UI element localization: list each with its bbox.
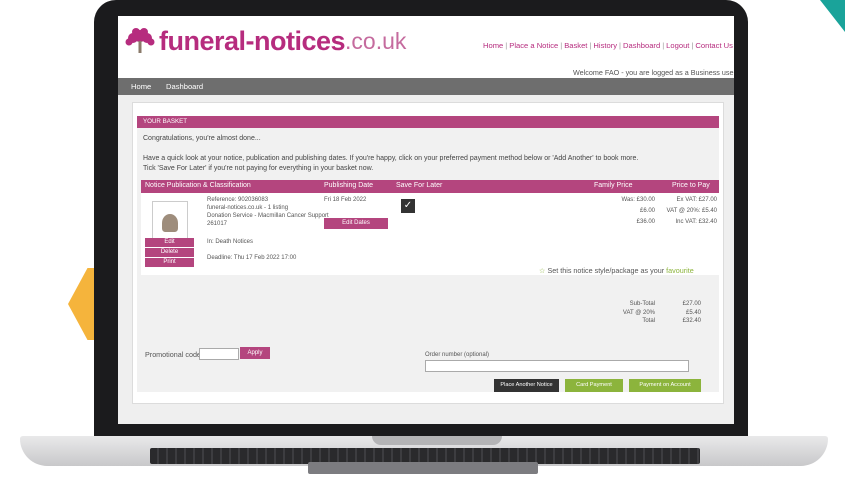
promo-code-input[interactable]: [199, 348, 239, 360]
edit-button[interactable]: Edit: [145, 238, 194, 247]
col-save-for-later: Save For Later: [396, 182, 443, 189]
item-donation: Donation Service - Macmillan Cancer Supp…: [207, 213, 329, 219]
col-publishing-date: Publishing Date: [324, 182, 374, 189]
basket-heading: YOUR BASKET: [143, 118, 188, 125]
col-notice: Notice Publication & Classification: [145, 182, 251, 189]
col-family-price: Family Price: [594, 182, 633, 189]
item-code: 261017: [207, 221, 228, 227]
site-logo[interactable]: funeral-notices .co.uk: [124, 26, 406, 56]
price-ex-vat: Ex VAT: £27.00: [676, 197, 717, 203]
basket-heading-bar: YOUR BASKET: [137, 116, 719, 128]
order-number-label: Order number (optional): [425, 352, 490, 358]
apply-button[interactable]: Apply: [240, 347, 270, 359]
intro-line-2: Tick 'Save For Later' if you're not payi…: [143, 165, 374, 172]
delete-button[interactable]: Delete: [145, 248, 194, 257]
nav-history[interactable]: History: [593, 41, 617, 50]
subtotal-label: Sub-Total: [629, 301, 655, 307]
menu-dashboard[interactable]: Dashboard: [166, 82, 203, 91]
nav-basket[interactable]: Basket: [564, 41, 587, 50]
promo-code-label: Promotional code: [145, 350, 201, 359]
portrait-image: [162, 214, 178, 232]
nav-logout[interactable]: Logout: [666, 41, 689, 50]
payment-on-account-button[interactable]: Payment on Account: [629, 379, 701, 392]
vat-label: VAT @ 20%: [622, 309, 655, 316]
laptop-screen: funeral-notices .co.uk Home | Place a Notic…: [118, 16, 734, 424]
basket-area: Congratulations, you're almost done... H…: [137, 128, 719, 392]
nav-home[interactable]: Home: [483, 41, 503, 50]
publishing-date: Fri 18 Feb 2022: [324, 197, 367, 203]
totals-labels: Sub-Total VAT @ 20% Total: [597, 300, 655, 326]
star-icon: ☆: [539, 266, 546, 275]
checkmark-icon: ✓: [403, 200, 413, 211]
totals-values: £27.00 £5.40 £32.40: [659, 300, 701, 326]
main-menu-bar: Home Dashboard: [118, 78, 734, 95]
print-button[interactable]: Print: [145, 258, 194, 267]
basket-table-header: Notice Publication & Classification Publ…: [141, 180, 719, 193]
laptop-trackpad: [308, 462, 538, 474]
favourite-line: ☆ Set this notice style/package as your …: [539, 266, 694, 275]
intro-line-1: Have a quick look at your notice, public…: [143, 155, 639, 162]
logo-tld: .co.uk: [345, 27, 407, 54]
item-listing: funeral-notices.co.uk - 1 listing: [207, 205, 289, 211]
item-deadline: Deadline: Thu 17 Feb 2022 17:00: [207, 255, 297, 261]
price-inc-vat: Inc VAT: £32.40: [675, 219, 717, 225]
welcome-text: Welcome FAO - you are logged as a Busine…: [573, 68, 734, 77]
favourite-prefix: Set this notice style/package as your: [547, 266, 667, 275]
favourite-link[interactable]: favourite: [666, 266, 694, 275]
card-payment-button[interactable]: Card Payment: [565, 379, 623, 392]
total-label: Total: [642, 318, 655, 324]
tree-logo-icon: [125, 28, 155, 53]
laptop-notch: [372, 436, 502, 445]
nav-place-notice[interactable]: Place a Notice: [509, 41, 558, 50]
vat-value: £5.40: [685, 309, 701, 316]
item-classification: In: Death Notices: [207, 239, 254, 245]
total-value: £32.40: [682, 318, 701, 324]
nav-dashboard[interactable]: Dashboard: [623, 41, 660, 50]
congrats-text: Congratulations, you're almost done...: [143, 135, 261, 142]
col-price-to-pay: Price to Pay: [672, 182, 710, 189]
top-nav: Home | Place a Notice | Basket | History | Dashb…: [483, 41, 733, 50]
edit-dates-button[interactable]: Edit Dates: [324, 218, 388, 229]
save-for-later-checkbox[interactable]: ✓: [401, 199, 415, 213]
place-another-notice-button[interactable]: Place Another Notice: [494, 379, 559, 392]
order-number-input[interactable]: [425, 360, 689, 372]
logo-brand: funeral-notices: [159, 25, 346, 56]
menu-home[interactable]: Home: [131, 82, 151, 91]
item-reference: Reference: 902036083: [207, 197, 269, 203]
teal-corner-shape: [820, 0, 845, 32]
subtotal-value: £27.00: [682, 301, 701, 307]
nav-contact-us[interactable]: Contact Us: [695, 41, 733, 50]
basket-item-row: Reference: 902036083 funeral-notices.co.…: [141, 193, 719, 275]
price-vat: VAT @ 20%: £5.40: [666, 208, 717, 214]
basket-panel: YOUR BASKET Congratulations, you're almo…: [132, 102, 724, 404]
